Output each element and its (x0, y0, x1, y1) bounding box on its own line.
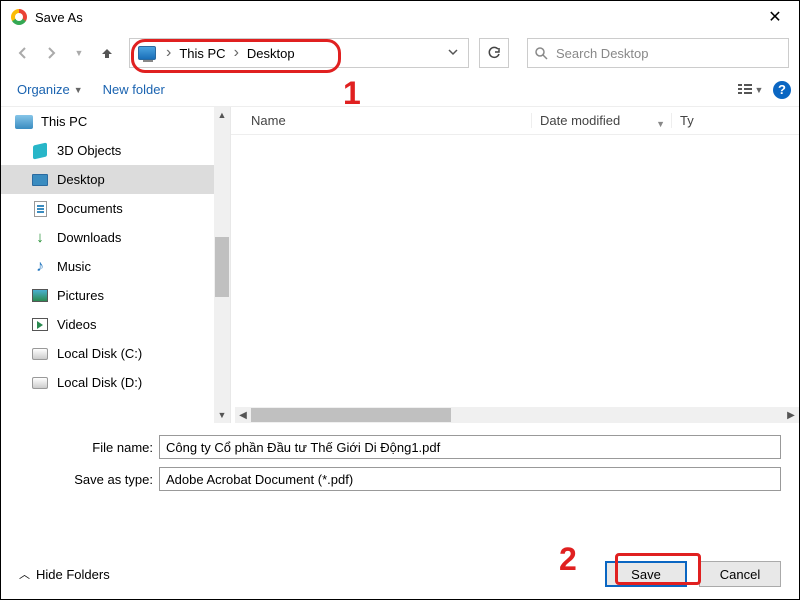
toolbar: Organize ▼ New folder ▼ ? (1, 73, 799, 107)
tree-item-disk-d[interactable]: Local Disk (D:) (1, 368, 230, 397)
titlebar: Save As ✕ (1, 1, 799, 33)
3d-objects-icon (33, 142, 47, 159)
chevron-down-icon: ▼ (74, 85, 83, 95)
list-header: Name Date modified ▼ Ty (231, 107, 799, 135)
horizontal-scrollbar[interactable]: ◀ ▶ (235, 407, 799, 423)
breadcrumb[interactable]: › This PC › Desktop (129, 38, 469, 68)
scroll-down-icon[interactable]: ▼ (214, 407, 230, 423)
savetype-select[interactable]: Adobe Acrobat Document (*.pdf) (159, 467, 781, 491)
annotation-number-1: 1 (343, 75, 361, 112)
hide-folders-button[interactable]: ︿ Hide Folders (19, 566, 110, 582)
downloads-icon: ↓ (31, 230, 49, 246)
pictures-icon (32, 289, 48, 302)
chevron-down-icon[interactable]: ▼ (656, 119, 665, 129)
tree-item-videos[interactable]: Videos (1, 310, 230, 339)
save-form: File name: Save as type: Adobe Acrobat D… (1, 423, 799, 493)
tree-scrollbar[interactable]: ▲ ▼ (214, 107, 230, 423)
tree-item-documents[interactable]: Documents (1, 194, 230, 223)
tree-item-downloads[interactable]: ↓ Downloads (1, 223, 230, 252)
help-button[interactable]: ? (773, 81, 791, 99)
scroll-right-icon[interactable]: ▶ (783, 410, 799, 421)
footer: ︿ Hide Folders Save Cancel (1, 549, 799, 599)
tree-item-3d-objects[interactable]: 3D Objects (1, 136, 230, 165)
save-button[interactable]: Save (605, 561, 687, 587)
close-button[interactable]: ✕ (755, 7, 795, 27)
list-body[interactable] (231, 135, 799, 407)
path-dropdown[interactable] (442, 44, 464, 62)
disk-icon (32, 377, 48, 389)
new-folder-button[interactable]: New folder (95, 78, 173, 101)
chevron-up-icon: ︿ (19, 566, 30, 582)
cancel-button[interactable]: Cancel (699, 561, 781, 587)
desktop-icon (32, 174, 48, 186)
tree-item-disk-c[interactable]: Local Disk (C:) (1, 339, 230, 368)
body-area: This PC 3D Objects Desktop Documents ↓ D… (1, 107, 799, 423)
chevron-down-icon: ▼ (755, 85, 764, 95)
search-placeholder: Search Desktop (556, 46, 649, 61)
folder-tree: This PC 3D Objects Desktop Documents ↓ D… (1, 107, 231, 423)
column-name[interactable]: Name (231, 113, 531, 128)
search-input[interactable]: Search Desktop (527, 38, 789, 68)
file-list: Name Date modified ▼ Ty ◀ ▶ (231, 107, 799, 423)
scroll-up-icon[interactable]: ▲ (214, 107, 230, 123)
view-options-button[interactable]: ▼ (733, 78, 767, 102)
scroll-left-icon[interactable]: ◀ (235, 410, 251, 421)
savetype-label: Save as type: (19, 472, 159, 487)
tree-item-this-pc[interactable]: This PC (1, 107, 230, 136)
filename-input[interactable] (159, 435, 781, 459)
chevron-right-icon: › (160, 44, 177, 62)
pc-icon (138, 46, 156, 60)
up-button[interactable] (95, 41, 119, 65)
breadcrumb-child[interactable]: Desktop (245, 46, 297, 61)
tree-item-music[interactable]: ♪ Music (1, 252, 230, 281)
search-icon (534, 46, 548, 60)
tree-item-desktop[interactable]: Desktop (1, 165, 230, 194)
pc-icon (15, 115, 33, 129)
column-type[interactable]: Ty (671, 113, 694, 128)
videos-icon (32, 318, 48, 331)
filename-label: File name: (19, 440, 159, 455)
tree-item-pictures[interactable]: Pictures (1, 281, 230, 310)
music-icon: ♪ (31, 259, 49, 275)
back-button[interactable] (11, 41, 35, 65)
chrome-icon (11, 9, 27, 25)
disk-icon (32, 348, 48, 360)
refresh-button[interactable] (479, 38, 509, 68)
breadcrumb-root[interactable]: This PC (177, 46, 227, 61)
scroll-thumb[interactable] (215, 237, 229, 297)
forward-button[interactable] (39, 41, 63, 65)
column-date[interactable]: Date modified ▼ (531, 113, 671, 128)
window-title: Save As (35, 10, 755, 25)
address-bar: ▼ › This PC › Desktop Search Desktop (1, 33, 799, 73)
annotation-number-2: 2 (559, 541, 577, 578)
hscroll-thumb[interactable] (251, 408, 451, 422)
chevron-right-icon: › (228, 44, 245, 62)
documents-icon (34, 201, 47, 217)
recent-dropdown[interactable]: ▼ (67, 41, 91, 65)
organize-button[interactable]: Organize ▼ (9, 78, 91, 101)
